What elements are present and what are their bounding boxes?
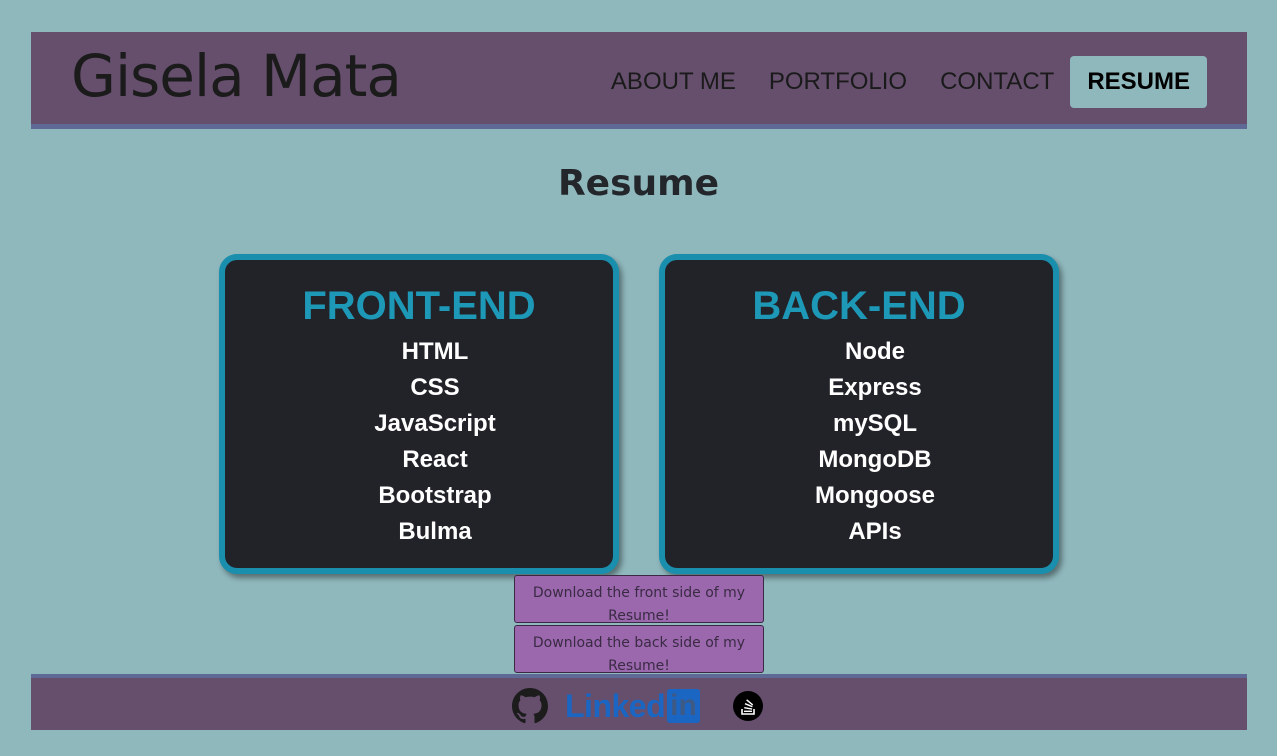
main-nav: ABOUT ME PORTFOLIO CONTACT RESUME bbox=[578, 56, 1207, 108]
nav-contact[interactable]: CONTACT bbox=[940, 56, 1054, 108]
front-end-card: FRONT-END HTML CSS JavaScript React Boot… bbox=[219, 254, 619, 574]
skill-item: Mongoose bbox=[815, 482, 935, 509]
skill-item: mySQL bbox=[832, 410, 918, 437]
front-end-skill-list: HTML CSS JavaScript React Bootstrap Bulm… bbox=[225, 334, 613, 550]
site-footer: Linked in bbox=[31, 674, 1247, 730]
github-icon bbox=[512, 688, 548, 724]
back-end-skill-list: Node Express mySQL MongoDB Mongoose APIs bbox=[665, 334, 1053, 550]
back-end-card: BACK-END Node Express mySQL MongoDB Mong… bbox=[659, 254, 1059, 574]
skill-item: Bootstrap bbox=[378, 482, 492, 509]
skill-item: CSS bbox=[410, 374, 460, 401]
linkedin-link[interactable]: Linked in bbox=[565, 688, 700, 724]
page-title: Resume bbox=[557, 163, 720, 204]
site-header: Gisela Mata ABOUT ME PORTFOLIO CONTACT R… bbox=[31, 32, 1247, 129]
download-front-resume-button[interactable]: Download the front side of my Resume! bbox=[514, 575, 764, 624]
skill-item: Node bbox=[845, 338, 905, 365]
skill-item: JavaScript bbox=[374, 410, 496, 437]
linkedin-icon: Linked in bbox=[565, 688, 700, 724]
skill-item: React bbox=[402, 446, 468, 473]
brand-name[interactable]: Gisela Mata bbox=[71, 40, 402, 112]
back-end-title: BACK-END bbox=[752, 284, 966, 328]
github-link[interactable] bbox=[512, 688, 548, 724]
nav-portfolio[interactable]: PORTFOLIO bbox=[769, 56, 907, 108]
skill-item: Express bbox=[828, 374, 922, 401]
skill-item: APIs bbox=[848, 518, 902, 545]
linkedin-wordmark: Linked bbox=[565, 688, 666, 724]
download-back-resume-button[interactable]: Download the back side of my Resume! bbox=[514, 625, 764, 674]
stackoverflow-link[interactable] bbox=[732, 688, 764, 724]
skill-item: HTML bbox=[401, 338, 469, 365]
skill-item: Bulma bbox=[398, 518, 472, 545]
skill-item: MongoDB bbox=[818, 446, 932, 473]
front-end-title: FRONT-END bbox=[302, 284, 536, 328]
stackoverflow-icon bbox=[733, 691, 763, 721]
nav-about-me[interactable]: ABOUT ME bbox=[611, 56, 736, 108]
nav-resume[interactable]: RESUME bbox=[1070, 56, 1207, 108]
linkedin-in-box: in bbox=[667, 689, 700, 723]
